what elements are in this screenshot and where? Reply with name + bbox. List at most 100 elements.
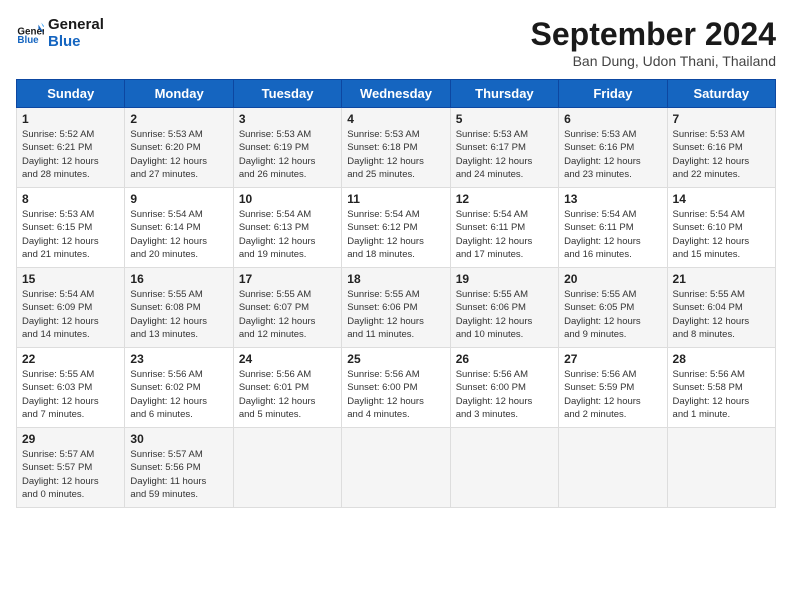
day-info: Sunrise: 5:54 AM Sunset: 6:09 PM Dayligh… (22, 288, 119, 341)
day-number: 22 (22, 352, 119, 366)
day-number: 6 (564, 112, 661, 126)
day-number: 25 (347, 352, 444, 366)
cell-w1-d4: 5 Sunrise: 5:53 AM Sunset: 6:17 PM Daylig… (450, 108, 558, 188)
day-info: Sunrise: 5:55 AM Sunset: 6:05 PM Dayligh… (564, 288, 661, 341)
cell-w1-d3: 4 Sunrise: 5:53 AM Sunset: 6:18 PM Daylig… (342, 108, 450, 188)
week-row-2: 8 Sunrise: 5:53 AM Sunset: 6:15 PM Daylig… (17, 188, 776, 268)
cell-w3-d3: 18 Sunrise: 5:55 AM Sunset: 6:06 PM Dayli… (342, 268, 450, 348)
day-number: 30 (130, 432, 227, 446)
day-number: 2 (130, 112, 227, 126)
day-number: 9 (130, 192, 227, 206)
logo-blue: Blue (48, 33, 104, 50)
day-info: Sunrise: 5:53 AM Sunset: 6:20 PM Dayligh… (130, 128, 227, 181)
day-number: 1 (22, 112, 119, 126)
day-number: 4 (347, 112, 444, 126)
day-info: Sunrise: 5:56 AM Sunset: 6:02 PM Dayligh… (130, 368, 227, 421)
logo-icon: General Blue (16, 19, 44, 47)
cell-w5-d3 (342, 428, 450, 508)
day-info: Sunrise: 5:57 AM Sunset: 5:57 PM Dayligh… (22, 448, 119, 501)
cell-w3-d1: 16 Sunrise: 5:55 AM Sunset: 6:08 PM Dayli… (125, 268, 233, 348)
day-info: Sunrise: 5:56 AM Sunset: 6:01 PM Dayligh… (239, 368, 336, 421)
cell-w1-d5: 6 Sunrise: 5:53 AM Sunset: 6:16 PM Daylig… (559, 108, 667, 188)
cell-w4-d5: 27 Sunrise: 5:56 AM Sunset: 5:59 PM Dayli… (559, 348, 667, 428)
day-number: 29 (22, 432, 119, 446)
week-row-1: 1 Sunrise: 5:52 AM Sunset: 6:21 PM Daylig… (17, 108, 776, 188)
cell-w4-d3: 25 Sunrise: 5:56 AM Sunset: 6:00 PM Dayli… (342, 348, 450, 428)
day-number: 7 (673, 112, 770, 126)
day-number: 5 (456, 112, 553, 126)
cell-w5-d1: 30 Sunrise: 5:57 AM Sunset: 5:56 PM Dayli… (125, 428, 233, 508)
day-info: Sunrise: 5:53 AM Sunset: 6:15 PM Dayligh… (22, 208, 119, 261)
cell-w4-d1: 23 Sunrise: 5:56 AM Sunset: 6:02 PM Dayli… (125, 348, 233, 428)
day-number: 24 (239, 352, 336, 366)
day-info: Sunrise: 5:56 AM Sunset: 5:59 PM Dayligh… (564, 368, 661, 421)
day-info: Sunrise: 5:55 AM Sunset: 6:06 PM Dayligh… (456, 288, 553, 341)
col-wednesday: Wednesday (342, 80, 450, 108)
day-number: 21 (673, 272, 770, 286)
cell-w2-d5: 13 Sunrise: 5:54 AM Sunset: 6:11 PM Dayli… (559, 188, 667, 268)
week-row-5: 29 Sunrise: 5:57 AM Sunset: 5:57 PM Dayli… (17, 428, 776, 508)
day-info: Sunrise: 5:54 AM Sunset: 6:11 PM Dayligh… (456, 208, 553, 261)
cell-w1-d1: 2 Sunrise: 5:53 AM Sunset: 6:20 PM Daylig… (125, 108, 233, 188)
day-number: 20 (564, 272, 661, 286)
title-area: September 2024 Ban Dung, Udon Thani, Tha… (531, 16, 776, 69)
day-number: 3 (239, 112, 336, 126)
day-number: 19 (456, 272, 553, 286)
cell-w1-d0: 1 Sunrise: 5:52 AM Sunset: 6:21 PM Daylig… (17, 108, 125, 188)
cell-w2-d6: 14Sunrise: 5:54 AM Sunset: 6:10 PM Dayli… (667, 188, 775, 268)
day-info: Sunrise: 5:53 AM Sunset: 6:18 PM Dayligh… (347, 128, 444, 181)
week-row-3: 15Sunrise: 5:54 AM Sunset: 6:09 PM Dayli… (17, 268, 776, 348)
cell-w2-d0: 8 Sunrise: 5:53 AM Sunset: 6:15 PM Daylig… (17, 188, 125, 268)
cell-w3-d0: 15Sunrise: 5:54 AM Sunset: 6:09 PM Dayli… (17, 268, 125, 348)
col-sunday: Sunday (17, 80, 125, 108)
header: General Blue General Blue September 2024… (16, 16, 776, 69)
day-info: Sunrise: 5:55 AM Sunset: 6:07 PM Dayligh… (239, 288, 336, 341)
col-tuesday: Tuesday (233, 80, 341, 108)
cell-w5-d6 (667, 428, 775, 508)
cell-w3-d2: 17Sunrise: 5:55 AM Sunset: 6:07 PM Dayli… (233, 268, 341, 348)
cell-w1-d2: 3 Sunrise: 5:53 AM Sunset: 6:19 PM Daylig… (233, 108, 341, 188)
cell-w5-d4 (450, 428, 558, 508)
week-row-4: 22Sunrise: 5:55 AM Sunset: 6:03 PM Dayli… (17, 348, 776, 428)
day-info: Sunrise: 5:53 AM Sunset: 6:16 PM Dayligh… (564, 128, 661, 181)
day-info: Sunrise: 5:53 AM Sunset: 6:17 PM Dayligh… (456, 128, 553, 181)
day-info: Sunrise: 5:53 AM Sunset: 6:19 PM Dayligh… (239, 128, 336, 181)
day-info: Sunrise: 5:55 AM Sunset: 6:06 PM Dayligh… (347, 288, 444, 341)
day-number: 26 (456, 352, 553, 366)
cell-w2-d3: 11Sunrise: 5:54 AM Sunset: 6:12 PM Dayli… (342, 188, 450, 268)
day-info: Sunrise: 5:55 AM Sunset: 6:08 PM Dayligh… (130, 288, 227, 341)
day-info: Sunrise: 5:54 AM Sunset: 6:11 PM Dayligh… (564, 208, 661, 261)
col-friday: Friday (559, 80, 667, 108)
day-number: 23 (130, 352, 227, 366)
month-title: September 2024 (531, 16, 776, 53)
cell-w5-d2 (233, 428, 341, 508)
day-number: 27 (564, 352, 661, 366)
cell-w4-d4: 26Sunrise: 5:56 AM Sunset: 6:00 PM Dayli… (450, 348, 558, 428)
day-info: Sunrise: 5:52 AM Sunset: 6:21 PM Dayligh… (22, 128, 119, 181)
day-number: 13 (564, 192, 661, 206)
header-row: Sunday Monday Tuesday Wednesday Thursday… (17, 80, 776, 108)
day-number: 16 (130, 272, 227, 286)
cell-w5-d5 (559, 428, 667, 508)
cell-w3-d4: 19 Sunrise: 5:55 AM Sunset: 6:06 PM Dayli… (450, 268, 558, 348)
day-number: 18 (347, 272, 444, 286)
cell-w1-d6: 7Sunrise: 5:53 AM Sunset: 6:16 PM Daylig… (667, 108, 775, 188)
day-number: 10 (239, 192, 336, 206)
day-info: Sunrise: 5:55 AM Sunset: 6:04 PM Dayligh… (673, 288, 770, 341)
cell-w2-d2: 10 Sunrise: 5:54 AM Sunset: 6:13 PM Dayli… (233, 188, 341, 268)
day-info: Sunrise: 5:54 AM Sunset: 6:13 PM Dayligh… (239, 208, 336, 261)
cell-w3-d6: 21 Sunrise: 5:55 AM Sunset: 6:04 PM Dayli… (667, 268, 775, 348)
day-number: 14 (673, 192, 770, 206)
day-number: 8 (22, 192, 119, 206)
cell-w5-d0: 29 Sunrise: 5:57 AM Sunset: 5:57 PM Dayli… (17, 428, 125, 508)
day-info: Sunrise: 5:57 AM Sunset: 5:56 PM Dayligh… (130, 448, 227, 501)
cell-w4-d0: 22Sunrise: 5:55 AM Sunset: 6:03 PM Dayli… (17, 348, 125, 428)
col-monday: Monday (125, 80, 233, 108)
cell-w4-d6: 28Sunrise: 5:56 AM Sunset: 5:58 PM Dayli… (667, 348, 775, 428)
day-info: Sunrise: 5:56 AM Sunset: 6:00 PM Dayligh… (347, 368, 444, 421)
calendar-table: Sunday Monday Tuesday Wednesday Thursday… (16, 79, 776, 508)
day-info: Sunrise: 5:54 AM Sunset: 6:12 PM Dayligh… (347, 208, 444, 261)
logo: General Blue General Blue (16, 16, 104, 50)
day-info: Sunrise: 5:56 AM Sunset: 5:58 PM Dayligh… (673, 368, 770, 421)
col-saturday: Saturday (667, 80, 775, 108)
